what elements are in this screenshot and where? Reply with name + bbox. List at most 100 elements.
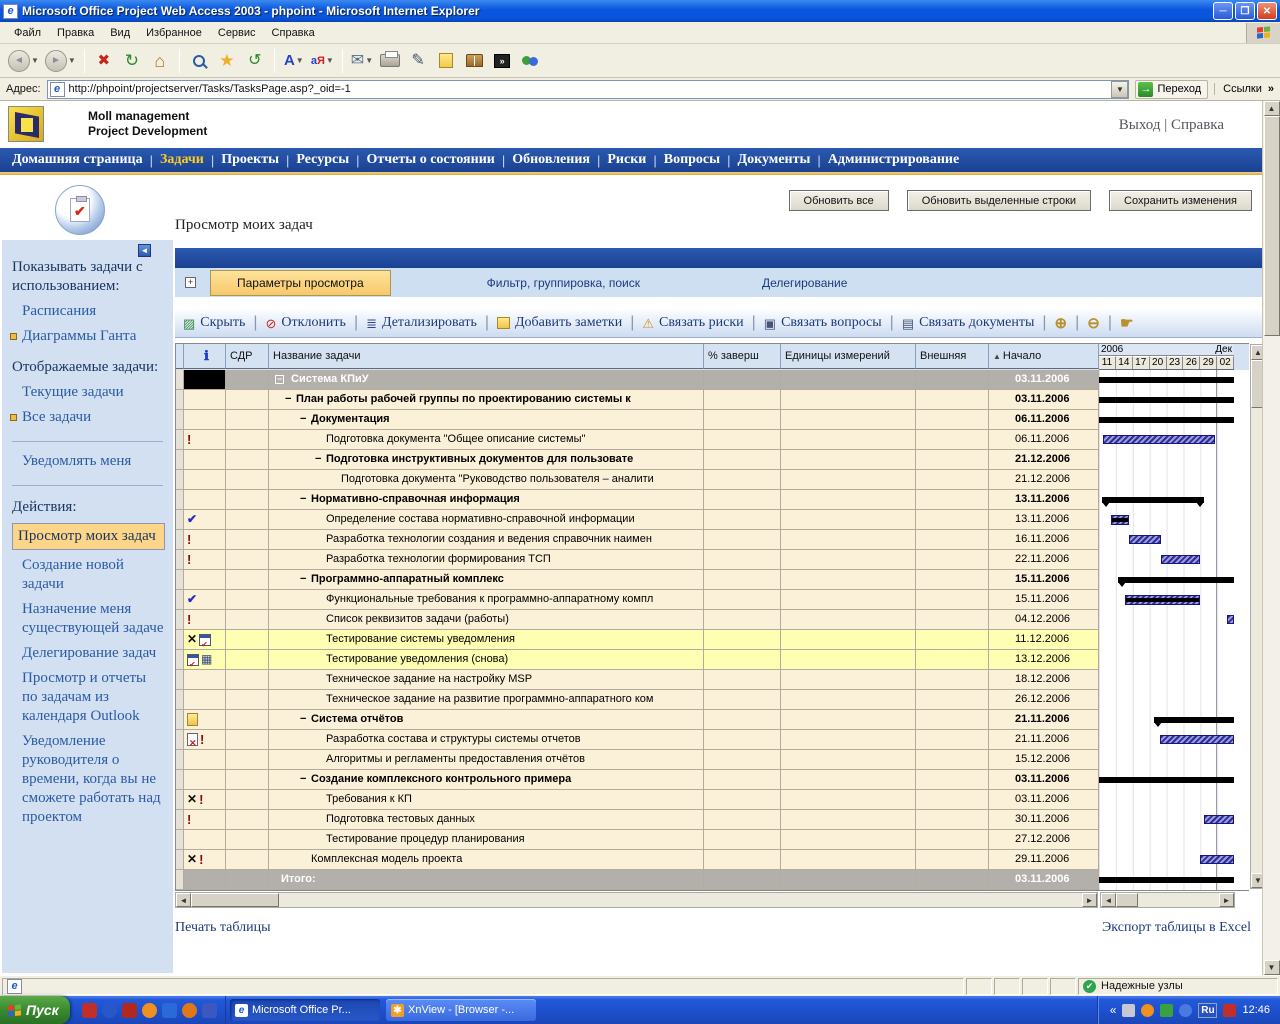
cell-percent-complete[interactable] <box>704 730 781 750</box>
cell-percent-complete[interactable] <box>704 830 781 850</box>
table-row[interactable]: Техническое задание на настройку MSP18.1… <box>176 670 1249 690</box>
column-header-Внешняя[interactable]: Внешняя <box>916 344 989 369</box>
table-row[interactable]: ✕!Комплексная модель проекта29.11.2006 <box>176 850 1249 870</box>
close-button[interactable]: ✕ <box>1257 2 1277 20</box>
cell-percent-complete[interactable] <box>704 430 781 450</box>
tray-icon-red[interactable] <box>1223 1004 1236 1017</box>
collapse-minus[interactable]: − <box>285 390 291 409</box>
taskbar-window-button[interactable]: ✱XnView - [Browser -... <box>386 999 536 1021</box>
sidebar-item[interactable]: Просмотр и отчеты по задачам из календар… <box>22 669 165 726</box>
restore-button[interactable]: ❐ <box>1235 2 1255 20</box>
search-icon[interactable] <box>186 47 212 75</box>
view-tab-Параметры просмотра[interactable]: Параметры просмотра <box>210 270 391 296</box>
menu-item-Файл[interactable]: Файл <box>6 25 49 41</box>
tray-user-icon[interactable] <box>1179 1004 1192 1017</box>
favorites-icon[interactable]: ★ <box>214 47 240 75</box>
print-table-link[interactable]: Печать таблицы <box>175 920 271 936</box>
cell-units[interactable] <box>781 470 916 490</box>
collapse-minus[interactable]: − <box>300 770 306 789</box>
cell-percent-complete[interactable] <box>704 690 781 710</box>
cell-percent-complete[interactable] <box>704 810 781 830</box>
expand-toggle[interactable]: + <box>185 277 196 288</box>
nav-item-Домашняя страница[interactable]: Домашняя страница <box>12 152 143 168</box>
collapse-minus[interactable]: − <box>300 710 306 729</box>
table-row[interactable]: ✔Определение состава нормативно-справочн… <box>176 510 1249 530</box>
sidebar-item[interactable]: Делегирование задач <box>22 644 165 663</box>
scroll-right-button[interactable]: ► <box>1082 893 1097 907</box>
cell-units[interactable] <box>781 590 916 610</box>
cell-percent-complete[interactable] <box>704 570 781 590</box>
goto-task-icon[interactable]: ☛ <box>1120 316 1133 331</box>
table-row[interactable]: Алгоритмы и регламенты предоставления от… <box>176 750 1249 770</box>
print-icon[interactable] <box>377 47 403 75</box>
cell-percent-complete[interactable] <box>704 630 781 650</box>
stop-icon[interactable]: ✖ <box>91 47 117 75</box>
cell-percent-complete[interactable] <box>704 530 781 550</box>
table-row[interactable]: Итого:03.11.2006 <box>176 870 1249 890</box>
zoom-in-icon[interactable]: ⊕ <box>1055 316 1068 331</box>
toolbar-action-Связать документы[interactable]: ▤Связать документы <box>902 315 1035 331</box>
menu-item-Сервис[interactable]: Сервис <box>210 25 264 41</box>
column-header-СДР[interactable]: СДР <box>226 344 269 369</box>
sidebar-item[interactable]: Диаграммы Ганта <box>22 327 165 346</box>
page-vertical-scrollbar[interactable]: ▲ ▼ <box>1262 101 1280 975</box>
start-button[interactable]: Пуск <box>0 996 70 1024</box>
menu-item-Справка[interactable]: Справка <box>264 25 323 41</box>
quick-launch-icon[interactable] <box>82 1003 97 1018</box>
table-row[interactable]: −Подготовка инструктивных документов для… <box>176 450 1249 470</box>
menu-item-Правка[interactable]: Правка <box>49 25 102 41</box>
menu-item-Избранное[interactable]: Избранное <box>138 25 210 41</box>
table-row[interactable]: !Разработка технологии формирования ТСП2… <box>176 550 1249 570</box>
scroll-thumb[interactable] <box>191 893 279 907</box>
table-row[interactable]: −Документация06.11.2006 <box>176 410 1249 430</box>
table-row[interactable]: ✕!Требования к КП03.11.2006 <box>176 790 1249 810</box>
nav-item-Ресурсы[interactable]: Ресурсы <box>296 152 349 168</box>
notes-icon[interactable] <box>433 47 459 75</box>
sidebar-item[interactable]: Уведомление руководителя о времени, когд… <box>22 732 165 827</box>
cell-percent-complete[interactable] <box>704 590 781 610</box>
cell-percent-complete[interactable] <box>704 710 781 730</box>
quick-launch-icon[interactable] <box>122 1003 137 1018</box>
cell-percent-complete[interactable] <box>704 610 781 630</box>
cell-units[interactable] <box>781 790 916 810</box>
home-icon[interactable]: ⌂ <box>147 47 173 75</box>
table-row[interactable]: Тестирование процедур планирования27.12.… <box>176 830 1249 850</box>
scroll-right-button[interactable]: ► <box>1219 893 1234 907</box>
menu-item-Вид[interactable]: Вид <box>102 25 138 41</box>
toolbar-action-Скрыть[interactable]: ▨Скрыть <box>183 315 245 331</box>
export-excel-link[interactable]: Экспорт таблицы в Excel <box>1102 920 1251 936</box>
cell-units[interactable] <box>781 690 916 710</box>
cell-units[interactable] <box>781 410 916 430</box>
cell-units[interactable] <box>781 370 916 390</box>
cell-units[interactable] <box>781 850 916 870</box>
sidebar-item[interactable]: Назначение меня существующей задаче <box>22 600 165 638</box>
tray-clock-icon[interactable] <box>1141 1004 1154 1017</box>
cell-percent-complete[interactable] <box>704 790 781 810</box>
toolbar-action-Детализировать[interactable]: ≣Детализировать <box>366 315 477 331</box>
cell-units[interactable] <box>781 490 916 510</box>
table-horizontal-scrollbar[interactable]: ◄ ► <box>175 892 1098 908</box>
table-row[interactable]: ✕Тестирование системы уведомления11.12.2… <box>176 630 1249 650</box>
fonts-icon[interactable]: A▼ <box>281 47 307 75</box>
view-tab-Фильтр, группировка, поиск[interactable]: Фильтр, группировка, поиск <box>461 271 666 295</box>
messenger-icon[interactable] <box>517 47 543 75</box>
go-button[interactable]: → Переход <box>1135 80 1208 99</box>
table-row[interactable]: −План работы рабочей группы по проектиро… <box>176 390 1249 410</box>
cell-units[interactable] <box>781 630 916 650</box>
links-bar[interactable]: Ссылки » <box>1214 83 1274 95</box>
tray-expand-chevron[interactable]: « <box>1110 1003 1117 1017</box>
back-icon[interactable]: ◄▼ <box>6 47 41 75</box>
sidebar-item[interactable]: Текущие задачи <box>22 383 165 402</box>
table-row[interactable]: !Разработка технологии создания и ведени… <box>176 530 1249 550</box>
cell-percent-complete[interactable] <box>704 390 781 410</box>
cell-percent-complete[interactable] <box>704 770 781 790</box>
sidebar-item[interactable]: Создание новой задачи <box>22 556 165 594</box>
action-button-Сохранить изменения[interactable]: Сохранить изменения <box>1109 190 1252 211</box>
translate-icon[interactable]: aЯ▼ <box>309 47 336 75</box>
toolbar-action-Связать вопросы[interactable]: ▣Связать вопросы <box>764 315 882 331</box>
table-row[interactable]: −Система отчётов21.11.2006 <box>176 710 1249 730</box>
sidebar-item[interactable]: Все задачи <box>22 408 165 427</box>
toolbar-action-Добавить заметки[interactable]: Добавить заметки <box>497 315 622 331</box>
column-header-% заверш[interactable]: % заверш <box>704 344 781 369</box>
address-dropdown-button[interactable]: ▼ <box>1111 81 1128 98</box>
